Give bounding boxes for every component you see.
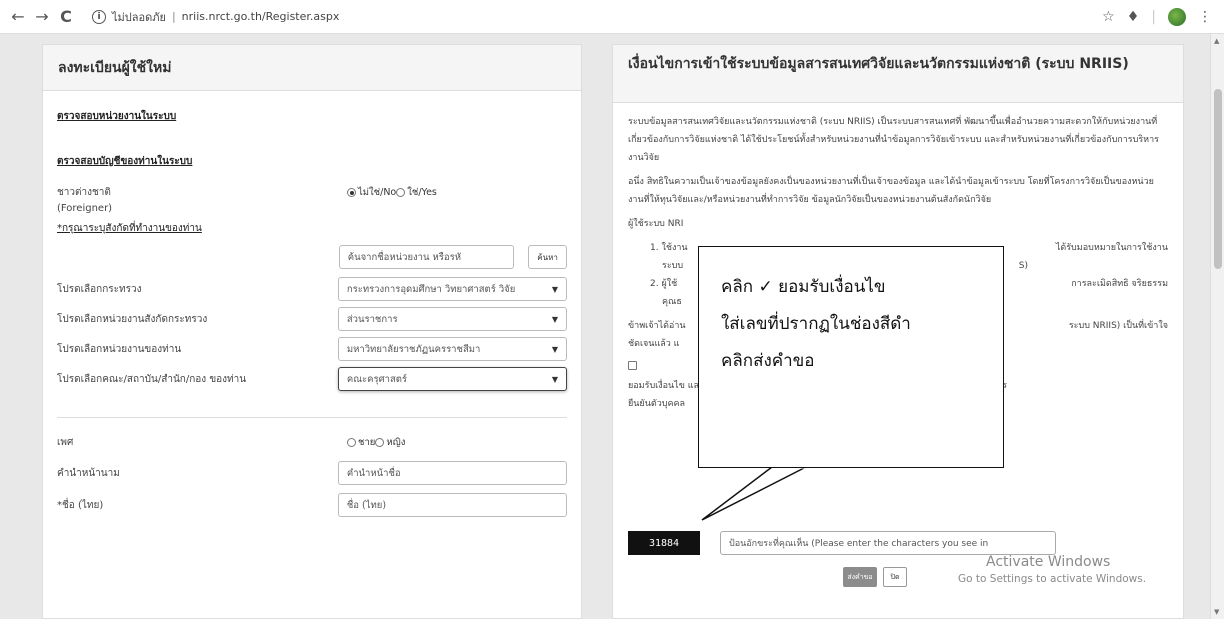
bookmark-star-icon[interactable]: ☆	[1102, 9, 1115, 25]
name-label: *ชื่อ (ไทย)	[57, 499, 104, 511]
scroll-up-icon[interactable]: ▲	[1214, 37, 1219, 45]
submit-request-button[interactable]: ส่งคำขอ	[843, 567, 877, 587]
terms-paragraph-3: ผู้ใช้ระบบ NRI	[628, 219, 684, 229]
foreigner-label-en: (Foreigner)	[57, 203, 113, 214]
divider	[57, 417, 567, 418]
captcha-image: 31884	[628, 531, 700, 555]
reload-icon[interactable]: C	[54, 7, 78, 26]
forward-icon[interactable]: →	[30, 7, 54, 26]
faculty-label: โปรดเลือกคณะ/สถาบัน/สำนัก/กอง ของท่าน	[57, 373, 247, 385]
callout-line-3: คลิกส่งคำขอ	[721, 351, 815, 371]
check-account-link[interactable]: ตรวจสอบบัญชีของท่านในระบบ	[57, 154, 567, 169]
security-label: ไม่ปลอดภัย	[112, 10, 166, 24]
gender-female-radio[interactable]: หญิง	[375, 435, 405, 450]
callout-line-1: คลิก ✓ ยอมรับเงื่อนไข	[721, 277, 886, 297]
dept-select[interactable]: ส่วนราชการ ▼	[337, 307, 567, 331]
activate-windows-subtext: Go to Settings to activate Windows.	[958, 573, 1147, 585]
activate-windows-watermark: Activate Windows	[986, 554, 1111, 570]
search-button[interactable]: ค้นหา	[528, 245, 568, 269]
callout-line-2: ใส่เลขที่ปรากฏในช่องสีดำ	[721, 314, 911, 334]
terms-title: เงื่อนไขการเข้าใช้ระบบข้อมูลสารสนเทศวิจั…	[613, 45, 1183, 103]
name-input[interactable]: ชื่อ (ไทย)	[337, 493, 567, 517]
ministry-select[interactable]: กระทรวงการอุดมศึกษา วิทยาศาสตร์ วิจัย ▼	[337, 277, 567, 301]
terms-paragraph-2: อนึ่ง สิทธิในความเป็นเจ้าของข้อมูลยังคงเ…	[628, 177, 1154, 205]
page-scrollbar[interactable]: ▲ ▼	[1210, 34, 1224, 619]
foreigner-yes-radio[interactable]: ใช่/Yes	[396, 185, 437, 200]
menu-icon[interactable]: ⋮	[1198, 9, 1212, 25]
consent-checkbox[interactable]	[628, 361, 637, 370]
gender-label: เพศ	[57, 437, 74, 448]
url-text[interactable]: nriis.nrct.go.th/Register.aspx	[182, 10, 340, 23]
address-bar[interactable]: i ไม่ปลอดภัย | nriis.nrct.go.th/Register…	[92, 8, 1102, 26]
extension-icon[interactable]: ♦	[1127, 9, 1140, 25]
faculty-select[interactable]: คณะครุศาสตร์ ▼	[337, 367, 567, 391]
instruction-callout: คลิก ✓ ยอมรับเงื่อนไข ใส่เลขที่ปรากฏในช่…	[698, 246, 1004, 468]
term-item-1-end: ได้รับมอบหมายในการใช้งาน	[1055, 243, 1168, 253]
unit-search-input[interactable]: ค้นจากชื่อหน่วยงาน หรือรหั	[338, 245, 515, 269]
term-item-2-end: การละเมิดสิทธิ จริยธรรม	[1071, 279, 1168, 289]
check-unit-link[interactable]: ตรวจสอบหน่วยงานในระบบ	[57, 109, 567, 124]
scroll-down-icon[interactable]: ▼	[1214, 608, 1219, 616]
unit-label: โปรดเลือกหน่วยงานของท่าน	[57, 343, 182, 355]
cancel-button[interactable]: ปิด	[883, 567, 907, 587]
unit-select[interactable]: มหาวิทยาลัยราชภัฏนครราชสีมา ▼	[337, 337, 567, 361]
foreigner-no-radio[interactable]: ไม่ใช่/No	[347, 185, 396, 200]
term-item-2-start: ผู้ใช้	[661, 279, 678, 289]
term-item-1-line2: ระบบ	[662, 261, 684, 271]
term-item-1-start: ใช้งาน	[661, 243, 688, 253]
profile-avatar[interactable]	[1168, 7, 1186, 26]
gender-male-radio[interactable]: ชาย	[347, 435, 375, 450]
register-panel: ลงทะเบียนผู้ใช้ใหม่ ตรวจสอบหน่วยงานในระบ…	[42, 44, 582, 619]
prefix-label: คำนำหน้านาม	[57, 467, 120, 479]
prefix-input[interactable]: คำนำหน้าชื่อ	[337, 461, 567, 485]
terms-paragraph-4-end: ระบบ NRIIS) เป็นที่เข้าใจ	[1068, 321, 1168, 331]
dept-label: โปรดเลือกหน่วยงานสังกัดกระทรวง	[57, 313, 208, 325]
ministry-label: โปรดเลือกกระทรวง	[57, 283, 142, 295]
info-icon[interactable]: i	[92, 9, 106, 24]
foreigner-label: ชาวต่างชาติ	[57, 187, 111, 198]
terms-paragraph-1: ระบบข้อมูลสารสนเทศวิจัยและนวัตกรรมแห่งชา…	[628, 117, 1159, 163]
browser-toolbar: ← → C i ไม่ปลอดภัย | nriis.nrct.go.th/Re…	[0, 0, 1224, 34]
back-icon[interactable]: ←	[6, 7, 30, 26]
scrollbar-thumb[interactable]	[1214, 89, 1222, 269]
register-title: ลงทะเบียนผู้ใช้ใหม่	[43, 45, 581, 91]
term-item-1-line2-end: S)	[1018, 261, 1028, 271]
terms-paragraph-4-start: ข้าพเจ้าได้อ่าน	[628, 321, 686, 331]
captcha-input[interactable]: ป้อนอักขระที่คุณเห็น (Please enter the c…	[720, 531, 1056, 555]
affiliation-note-link[interactable]: *กรุณาระบุสังกัดที่ทำงานของท่าน	[57, 221, 347, 236]
